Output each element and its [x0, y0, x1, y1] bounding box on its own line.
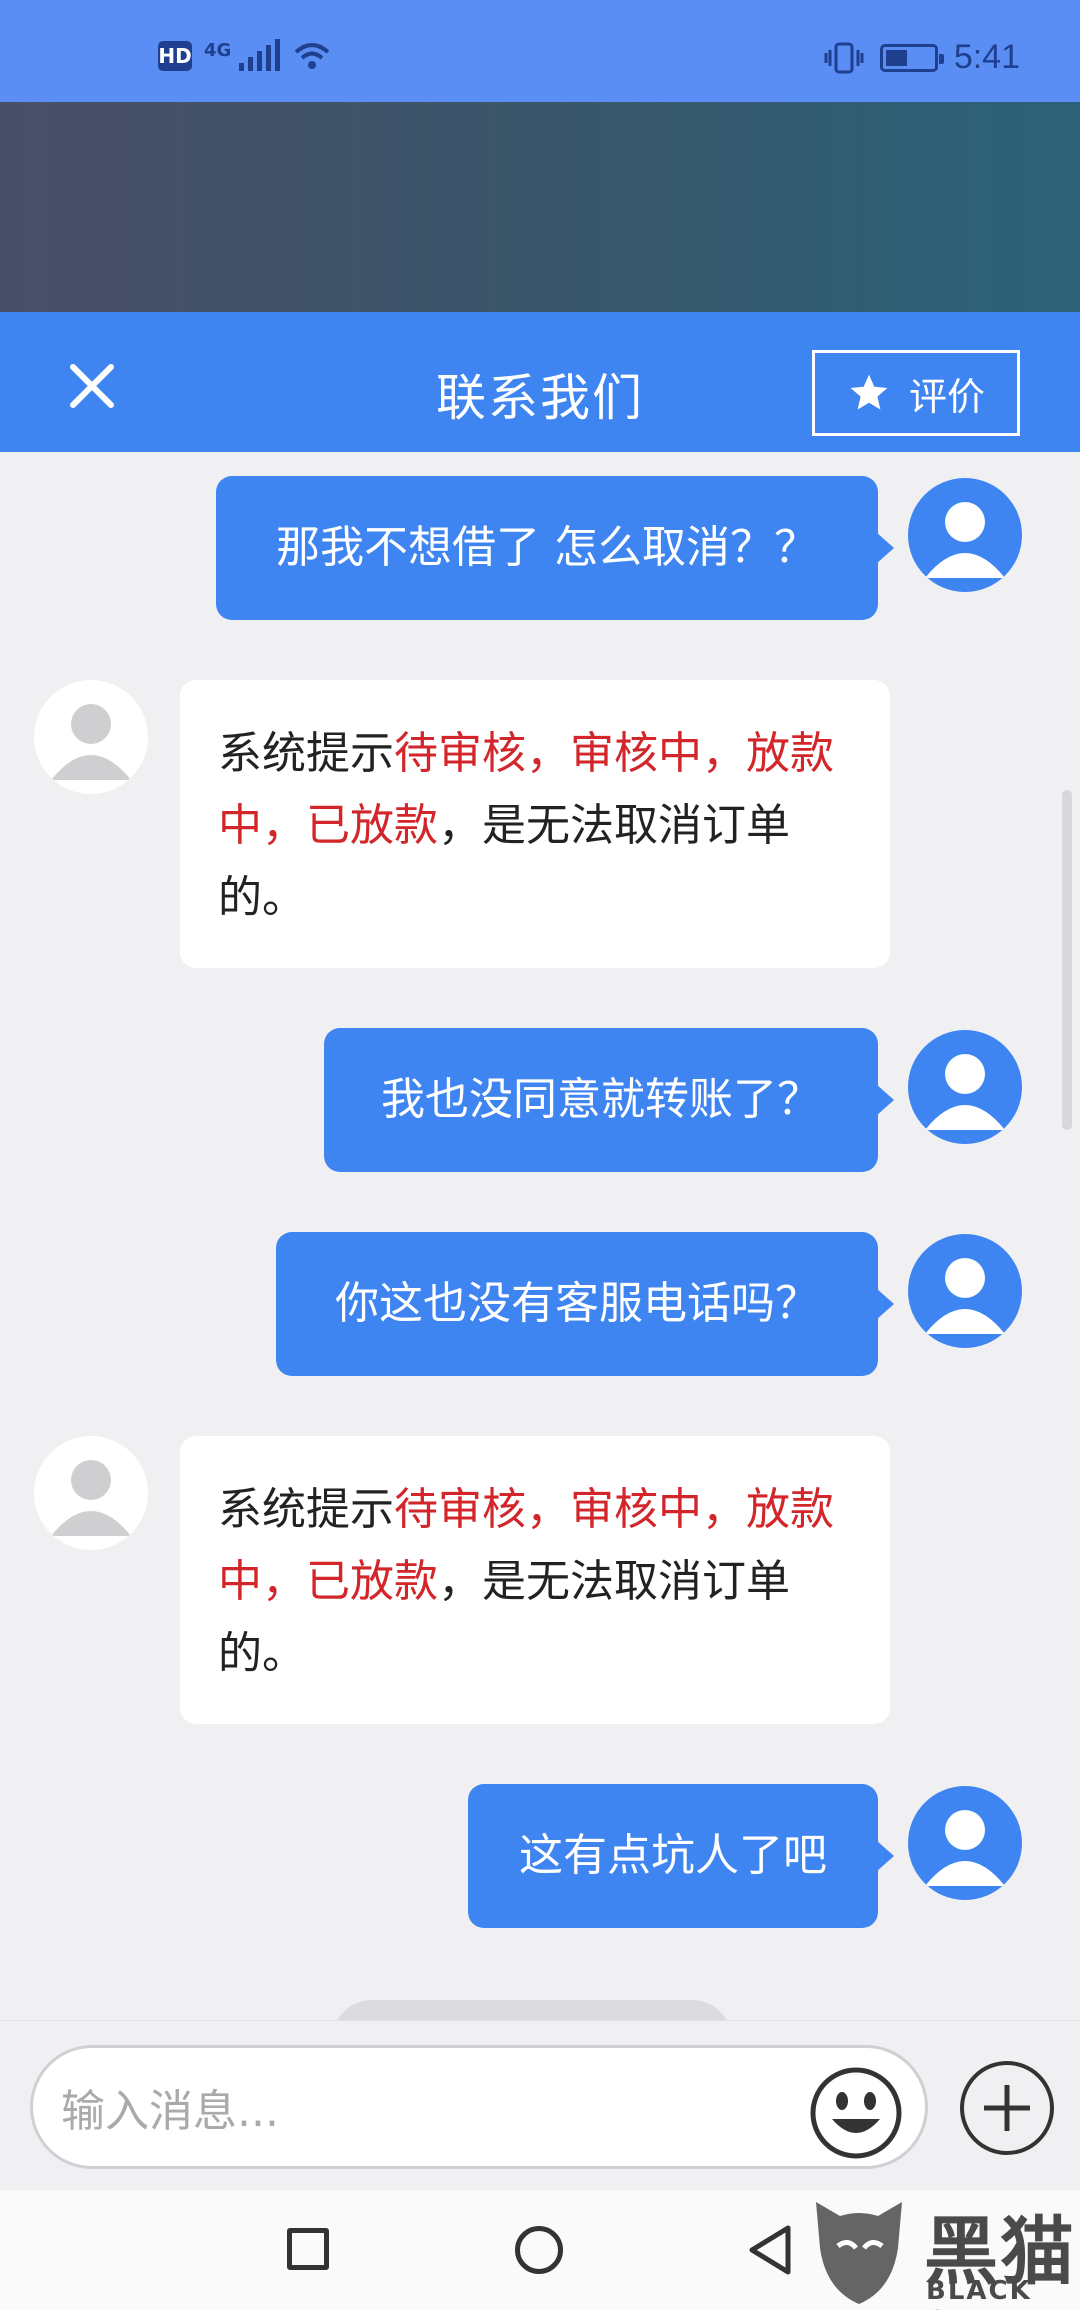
- black-cat-logo: [816, 2202, 902, 2304]
- message-text: 我也没同意就转账了？: [381, 1074, 821, 1125]
- chat-list[interactable]: 那我不想借了 怎么取消？？ 系统提示待审核，审核中，放款中，已放款，是无法取消订…: [0, 452, 1080, 2020]
- agent-avatar-icon: [51, 1460, 131, 1536]
- user-message[interactable]: 那我不想借了 怎么取消？？: [216, 476, 894, 620]
- dimmed-background: [0, 102, 1080, 312]
- black-cat-watermark: 黑猫 BLACK CAT: [806, 2192, 1080, 2310]
- status-time: 5:41: [953, 38, 1020, 76]
- user-message[interactable]: 这有点坑人了吧: [468, 1784, 894, 1928]
- user-avatar-icon: [925, 1258, 1005, 1334]
- network-type: 4G: [204, 39, 232, 61]
- message-text: 那我不想借了 怎么取消？？: [276, 522, 818, 573]
- message-text-normal: 系统提示: [218, 1484, 394, 1535]
- user-avatar[interactable]: [908, 1234, 1022, 1348]
- signal-icon: [239, 39, 281, 71]
- user-avatar-icon: [925, 1054, 1005, 1130]
- star-icon: [850, 374, 888, 410]
- message-input[interactable]: 输入消息...: [30, 2045, 928, 2169]
- emoji-button[interactable]: [808, 2065, 904, 2161]
- agent-avatar[interactable]: [34, 680, 148, 794]
- user-avatar-icon: [925, 502, 1005, 578]
- watermark-en: BLACK CAT: [926, 2276, 1032, 2310]
- user-message[interactable]: 我也没同意就转账了？: [324, 1028, 894, 1172]
- message-text: 你这也没有客服电话吗？: [335, 1278, 819, 1329]
- emoji-icon: [810, 2067, 902, 2159]
- message-text: 这有点坑人了吧: [519, 1830, 827, 1881]
- rate-label: 评价: [908, 374, 985, 419]
- user-message[interactable]: 你这也没有客服电话吗？: [276, 1232, 894, 1376]
- agent-message[interactable]: 系统提示待审核，审核中，放款中，已放款，是无法取消订单的。: [180, 680, 890, 968]
- vibrate-icon: [824, 42, 864, 73]
- message-text-normal: 系统提示: [218, 728, 394, 779]
- nav-recent-icon[interactable]: [287, 2228, 329, 2270]
- nav-back-icon[interactable]: [746, 2222, 794, 2278]
- agent-avatar[interactable]: [34, 1436, 148, 1550]
- user-avatar[interactable]: [908, 1786, 1022, 1900]
- nav-home-icon[interactable]: [515, 2226, 563, 2274]
- agent-message[interactable]: 系统提示待审核，审核中，放款中，已放款，是无法取消订单的。: [180, 1436, 890, 1724]
- status-right: 5:41: [824, 38, 1020, 77]
- plus-icon: [960, 2061, 1054, 2155]
- rate-button[interactable]: 评价: [812, 350, 1020, 436]
- input-placeholder: 输入消息...: [61, 2086, 279, 2137]
- status-left: HD 4G: [158, 39, 332, 72]
- hd-badge: HD: [158, 41, 192, 71]
- plus-button[interactable]: [958, 2059, 1056, 2157]
- user-avatar-icon: [925, 1810, 1005, 1886]
- user-avatar[interactable]: [908, 478, 1022, 592]
- scrollbar[interactable]: [1062, 790, 1072, 1130]
- wifi-icon: [294, 43, 330, 69]
- agent-avatar-icon: [51, 704, 131, 780]
- dialog-header: 联系我们 评价: [0, 312, 1080, 452]
- user-avatar[interactable]: [908, 1030, 1022, 1144]
- status-bar: HD 4G 5:41: [0, 0, 1080, 102]
- battery-icon: [879, 43, 944, 72]
- input-bar: 输入消息...: [0, 2020, 1080, 2190]
